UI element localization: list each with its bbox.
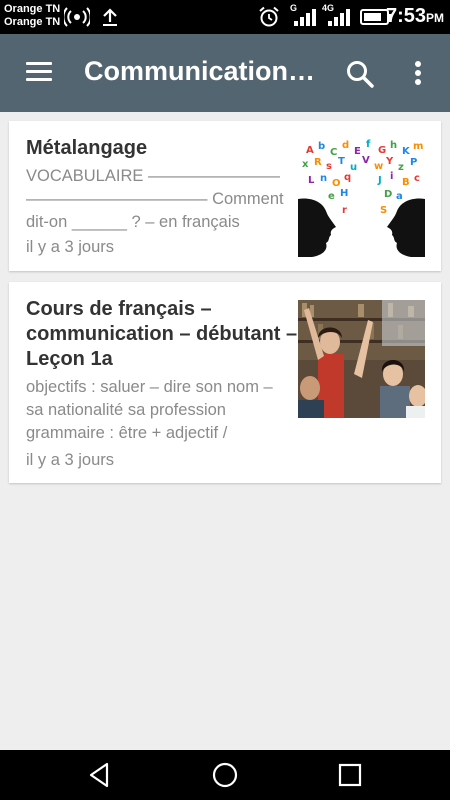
upload-icon: [103, 8, 117, 26]
svg-text:S: S: [380, 205, 387, 216]
svg-text:E: E: [354, 146, 361, 157]
svg-text:G: G: [378, 145, 386, 156]
hotspot-icon: [64, 7, 90, 27]
alarm-icon: [259, 6, 279, 27]
article-excerpt: objectifs : saluer – dire son nom – sa n…: [26, 378, 273, 442]
svg-text:n: n: [320, 173, 327, 184]
svg-text:R: R: [314, 157, 322, 168]
signal-icon-1: [294, 9, 316, 26]
article-time: il y a 3 jours: [26, 238, 115, 256]
svg-text:r: r: [342, 205, 347, 216]
search-icon[interactable]: [344, 58, 376, 90]
more-options-icon[interactable]: [408, 58, 428, 90]
svg-text:q: q: [344, 172, 351, 183]
back-icon[interactable]: [85, 760, 115, 790]
svg-text:D: D: [384, 189, 392, 200]
svg-text:T: T: [338, 156, 345, 167]
svg-text:e: e: [328, 191, 335, 202]
home-icon[interactable]: [210, 760, 240, 790]
article-title: Cours de français – communication – débu…: [26, 298, 298, 370]
svg-text:x: x: [302, 159, 309, 170]
app-bar: Communication…: [0, 34, 450, 112]
svg-text:i: i: [390, 171, 393, 182]
article-excerpt: VOCABULAIRE ———————— ——————————— Comment…: [26, 167, 284, 231]
svg-text:P: P: [410, 157, 417, 168]
clock-ampm: PM: [426, 11, 444, 25]
svg-text:z: z: [398, 162, 404, 173]
carrier-2: Orange TN: [4, 16, 61, 28]
svg-text:f: f: [366, 139, 371, 150]
svg-text:d: d: [342, 140, 349, 151]
svg-text:J: J: [377, 175, 382, 186]
menu-button[interactable]: [22, 58, 58, 88]
clock-time: 7:53: [385, 5, 426, 27]
svg-text:w: w: [374, 161, 383, 172]
navigation-bar: [0, 750, 450, 800]
article-card[interactable]: Cours de français – communication – débu…: [9, 282, 441, 483]
hamburger-icon-line: [26, 62, 52, 65]
hamburger-icon-line: [26, 78, 52, 81]
article-time: il y a 3 jours: [26, 451, 115, 469]
carrier-labels: Orange TN Orange TN: [4, 3, 60, 29]
article-title: Métalangage: [26, 137, 148, 159]
article-card[interactable]: Métalangage VOCABULAIRE ———————— ———————…: [9, 121, 441, 271]
svg-text:V: V: [362, 155, 370, 166]
svg-text:A: A: [306, 145, 314, 156]
svg-text:C: C: [330, 147, 337, 158]
students-classroom-photo: [298, 300, 425, 418]
recent-apps-icon[interactable]: [335, 760, 365, 790]
page-title: Communication…: [84, 56, 316, 86]
speech-bubbles-letters-image: AbC dEf GhK m xRs TuV wYz P LnO qJi Bc e…: [298, 139, 425, 257]
signal-icon-2: [328, 9, 350, 26]
svg-text:L: L: [308, 175, 315, 186]
svg-text:a: a: [396, 191, 403, 202]
hamburger-icon-line: [26, 70, 52, 73]
svg-text:s: s: [326, 161, 332, 172]
svg-text:b: b: [318, 141, 325, 152]
svg-text:h: h: [390, 140, 397, 151]
carrier-1: Orange TN: [4, 3, 61, 15]
svg-text:B: B: [402, 177, 410, 188]
status-bar: Orange TN Orange TN G 4G 7:53PM: [0, 0, 450, 34]
svg-text:c: c: [414, 173, 420, 184]
clock: 7:53PM: [386, 5, 444, 28]
svg-text:K: K: [402, 146, 411, 157]
svg-text:m: m: [413, 141, 423, 152]
svg-text:H: H: [340, 188, 348, 199]
svg-text:Y: Y: [385, 156, 394, 167]
